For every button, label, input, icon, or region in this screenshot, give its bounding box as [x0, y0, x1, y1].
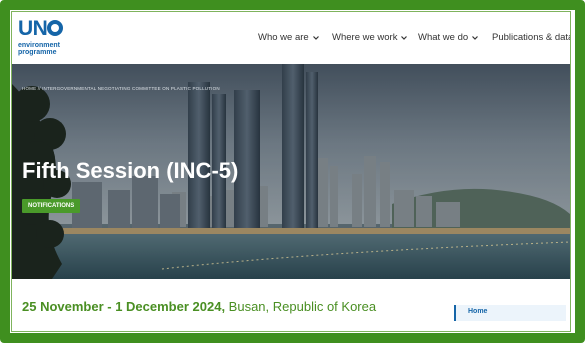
home-link-label: Home — [468, 308, 488, 315]
logo-brand: UN — [18, 17, 48, 40]
nav-item-what-we-do[interactable]: What we do — [418, 32, 479, 43]
breadcrumb[interactable]: HOME // INTERGOVERNMENTAL NEGOTIATING CO… — [22, 86, 220, 91]
sidebar-home-link[interactable]: Home — [454, 305, 566, 321]
nav-label: Who we are — [258, 32, 309, 43]
notifications-button[interactable]: NOTIFICATIONS — [22, 199, 81, 213]
browser-viewport: UN environment programme Who we are Wher… — [12, 12, 570, 331]
nav-item-who-we-are[interactable]: Who we are — [258, 32, 320, 43]
nav-item-where-we-work[interactable]: Where we work — [332, 32, 408, 43]
un-emblem-icon — [47, 20, 63, 36]
session-info: 25 November - 1 December 2024, Busan, Re… — [12, 279, 570, 331]
session-location: Busan, Republic of Korea — [225, 299, 377, 314]
chevron-down-icon — [312, 35, 319, 40]
logo-line-1: environment — [18, 42, 61, 49]
nav-label: Where we work — [332, 32, 398, 43]
session-dates: 25 November - 1 December 2024, — [22, 299, 226, 314]
site-header: UN environment programme Who we are Wher… — [12, 12, 570, 64]
logo-line-2: programme — [18, 49, 57, 56]
nav-label: Publications & data — [492, 32, 570, 43]
nav-label: What we do — [418, 32, 469, 43]
hero-banner: HOME // INTERGOVERNMENTAL NEGOTIATING CO… — [12, 64, 570, 279]
chevron-down-icon — [401, 35, 408, 40]
page-title: Fifth Session (INC-5) — [22, 158, 239, 183]
unep-logo[interactable]: UN environment programme — [18, 18, 88, 58]
nav-item-publications[interactable]: Publications & data — [492, 32, 570, 43]
chevron-down-icon — [472, 35, 479, 40]
session-date-location: 25 November - 1 December 2024, Busan, Re… — [22, 299, 376, 314]
